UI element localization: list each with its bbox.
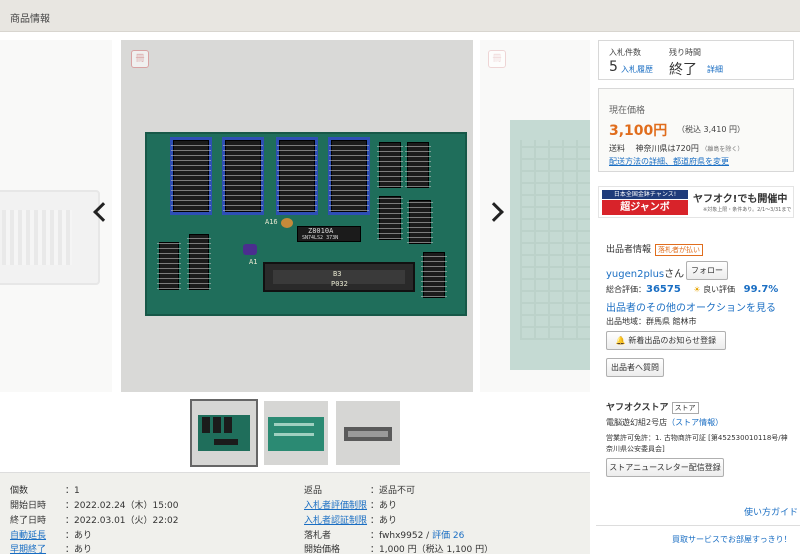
store-badge: ストア xyxy=(671,402,699,414)
board-label: A16 xyxy=(265,218,278,226)
tax-price: （税込 3,410 円） xyxy=(677,125,745,134)
logic-chip xyxy=(405,142,431,188)
winner-rating-link[interactable]: 評価 26 xyxy=(432,531,464,541)
memory-chip xyxy=(329,140,369,212)
current-price-label: 現在価格 xyxy=(609,106,646,116)
notify-new-listing-button[interactable]: 🔔 新着出品のお知らせ登録 xyxy=(606,331,726,350)
image-gallery: 冊 Z8010A SN74LS2 373N P032 B3 A1 A16 xyxy=(0,40,590,392)
section-title: 商品情報 xyxy=(10,14,50,25)
section-header: 商品情報 xyxy=(0,0,800,32)
price-box: 現在価格 3,100円 （税込 3,410 円） 送料 神奈川県は720円 （離… xyxy=(598,88,794,172)
item-details-table: 個数 ：1 開始日時 ：2022.02.24（木）15:00 終了日時 ：202… xyxy=(0,472,590,554)
board-label: B3 xyxy=(333,270,342,278)
campaign-banner[interactable]: 日本全国金鉢チャンス! 超ジャンボ ヤフオク!でも開催中 ※対象上限・条件あり。… xyxy=(598,186,794,218)
banner-note: ※対象上限・条件あり。2/1～3/31まで xyxy=(703,207,792,213)
seller-badge: 落札者が払い xyxy=(655,244,704,256)
store-info-link[interactable]: （ストア情報） xyxy=(667,418,723,427)
seller-section-title: 出品者情報 落札者が払い xyxy=(606,242,794,256)
watermark-icon: 冊 xyxy=(131,50,149,68)
logic-chip xyxy=(377,196,403,240)
newsletter-button[interactable]: ストアニュースレター配信登録 xyxy=(606,458,724,477)
buyback-banner[interactable]: 買取サービスでお部屋すっきり！ xyxy=(596,525,800,554)
store-section-title: ヤフオクストア ストア xyxy=(606,400,794,414)
chip-label: Z8010A xyxy=(308,227,334,235)
sun-icon: ☀ xyxy=(693,285,701,294)
capacitor xyxy=(281,218,293,228)
current-price: 3,100円 xyxy=(609,123,668,139)
previous-image[interactable] xyxy=(0,40,112,392)
circuit-board: Z8010A SN74LS2 373N P032 B3 A1 A16 xyxy=(145,132,467,316)
logic-chip xyxy=(157,242,181,290)
other-auctions-link[interactable]: 出品者のその他のオークションを見る xyxy=(606,299,794,314)
ask-seller-button[interactable]: 出品者へ質問 xyxy=(606,358,664,377)
time-left: 終了 xyxy=(669,62,697,78)
thumbnail[interactable] xyxy=(264,401,328,465)
memory-chip xyxy=(277,140,317,212)
early-end-link[interactable]: 早期終了 xyxy=(10,542,65,554)
shipping-change-link[interactable]: 配送方法の詳細、都道府県を変更 xyxy=(609,156,729,167)
bidder-auth-limit-link[interactable]: 入札者認証制限 xyxy=(304,513,374,526)
logic-chip xyxy=(421,252,447,298)
bell-icon: 🔔 xyxy=(615,336,626,345)
seller-name-link[interactable]: yugen2plus xyxy=(606,269,664,280)
main-product-image[interactable]: 冊 Z8010A SN74LS2 373N P032 B3 A1 A16 xyxy=(121,40,473,392)
time-left-label: 残り時間 xyxy=(669,48,701,57)
bid-history-link[interactable]: 入札履歴 xyxy=(621,64,653,75)
memory-chip xyxy=(223,140,263,212)
capacitor xyxy=(243,244,257,255)
bidder-rating-limit-link[interactable]: 入札者評価制限 xyxy=(304,498,374,511)
detail-link[interactable]: 詳細 xyxy=(707,64,723,75)
follow-button[interactable]: フォロー xyxy=(686,261,728,280)
shipping-info: 送料 神奈川県は720円 （離島を除く） xyxy=(609,144,744,153)
center-chip: Z8010A SN74LS2 373N xyxy=(297,226,361,242)
banner-text: ヤフオク!でも開催中 xyxy=(693,194,788,205)
seller-rating: 総合評価：36575 ☀ 良い評価 99.7% xyxy=(606,284,779,295)
sidebar: 入札件数 5 入札履歴 残り時間 終了 詳細 現在価格 3,100円 （税込 3… xyxy=(596,40,800,554)
logic-chip xyxy=(187,234,211,290)
logic-chip xyxy=(377,142,403,188)
bid-count-label: 入札件数 xyxy=(609,48,641,57)
thumbnail[interactable] xyxy=(190,399,258,467)
logic-chip xyxy=(407,200,433,244)
thumbnail[interactable] xyxy=(336,401,400,465)
seller-area: 出品地域：群馬県 館林市 xyxy=(606,317,697,326)
total-rating-link[interactable]: 36575 xyxy=(646,284,681,295)
store-name-row: 電脳遊幻組2号店（ストア情報） xyxy=(606,418,724,427)
connector-label: P032 xyxy=(331,280,348,288)
bid-status-box: 入札件数 5 入札履歴 残り時間 終了 詳細 xyxy=(598,40,794,80)
help-guide-link[interactable]: 使い方ガイド xyxy=(744,505,798,518)
store-permit: 営業許可免許：1. 古物商許可証 [第452530010118号/神奈川県公安委… xyxy=(606,434,788,453)
auto-extend-link[interactable]: 自動延長 xyxy=(10,528,65,541)
bid-count: 5 xyxy=(609,59,618,75)
jumbo-logo: 日本全国金鉢チャンス! 超ジャンボ xyxy=(602,190,688,215)
chip-label: SN74LS2 373N xyxy=(302,235,339,241)
board-label: A1 xyxy=(249,258,258,266)
memory-chip xyxy=(171,140,211,212)
